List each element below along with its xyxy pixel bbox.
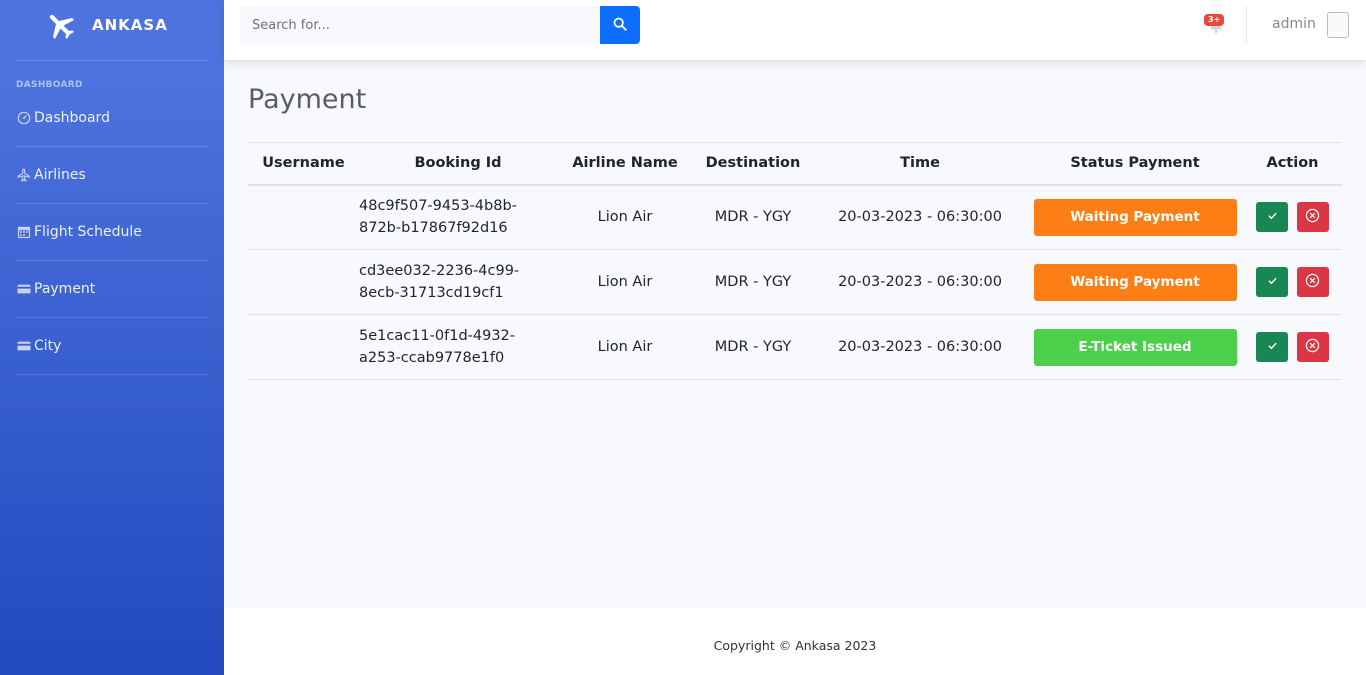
sidebar: ANKASA DASHBOARD Dashboard Airlines Flig… (0, 0, 224, 675)
card-icon (16, 281, 32, 297)
status-cell: Waiting Payment (1027, 249, 1243, 315)
username-cell (248, 314, 359, 380)
sidebar-item-payment[interactable]: Payment (0, 261, 224, 317)
booking-id-cell: 48c9f507-9453-4b8b- 872b-b17867f92d16 (359, 184, 557, 250)
sidebar-item-dashboard[interactable]: Dashboard (0, 90, 224, 146)
payment-table: Username Booking Id Airline Name Destina… (248, 142, 1342, 380)
time-cell: 20-03-2023 - 06:30:00 (813, 249, 1027, 315)
action-cell (1243, 314, 1342, 380)
booking-id-line: cd3ee032-2236-4c99- (359, 263, 520, 279)
sidebar-item-label: City (34, 338, 62, 354)
search-group (240, 6, 640, 44)
alerts-count-badge: 3+ (1204, 14, 1225, 26)
alerts-button[interactable]: 3+ (1204, 14, 1228, 34)
column-header: Destination (693, 142, 813, 186)
action-cell (1243, 184, 1342, 250)
search-icon (613, 16, 627, 35)
table-row: cd3ee032-2236-4c99- 8ecb-31713cd19cf1 Li… (248, 249, 1342, 315)
booking-id-line: 872b-b17867f92d16 (359, 220, 508, 237)
column-header: Airline Name (557, 142, 693, 186)
table-row: 48c9f507-9453-4b8b- 872b-b17867f92d16 Li… (248, 184, 1342, 250)
reject-button[interactable] (1296, 202, 1329, 233)
sidebar-item-label: Flight Schedule (34, 224, 142, 240)
status-badge: E-Ticket Issued (1033, 328, 1237, 366)
username-cell (248, 184, 359, 250)
username-cell (248, 249, 359, 315)
booking-id-line: 5e1cac11-0f1d-4932- (359, 328, 516, 344)
booking-id-cell: 5e1cac11-0f1d-4932- a253-ccab9778e1f0 (359, 314, 557, 380)
avatar[interactable] (1327, 12, 1349, 38)
sidebar-item-airlines[interactable]: Airlines (0, 147, 224, 203)
sidebar-heading: DASHBOARD (16, 80, 83, 90)
column-header: Status Payment (1027, 142, 1243, 186)
x-circle-icon (1305, 273, 1320, 292)
airline-cell: Lion Air (557, 249, 693, 315)
time-cell: 20-03-2023 - 06:30:00 (813, 314, 1027, 380)
check-icon (1267, 274, 1278, 290)
user-name[interactable]: admin (1272, 16, 1316, 32)
brand-name: ANKASA (92, 16, 168, 34)
approve-button[interactable] (1256, 267, 1289, 297)
airline-cell: Lion Air (557, 184, 693, 250)
column-header: Booking Id (359, 142, 557, 186)
brand[interactable]: ANKASA (0, 0, 224, 50)
booking-id-cell: cd3ee032-2236-4c99- 8ecb-31713cd19cf1 (359, 249, 557, 315)
x-circle-icon (1305, 338, 1320, 357)
booking-id-line: 8ecb-31713cd19cf1 (359, 285, 504, 301)
status-badge: Waiting Payment (1033, 198, 1237, 236)
column-header: Time (813, 142, 1027, 186)
dashboard-icon (16, 110, 32, 126)
reject-button[interactable] (1296, 267, 1329, 297)
calendar-icon (16, 224, 32, 240)
table-header-row: Username Booking Id Airline Name Destina… (248, 142, 1342, 186)
booking-id-line: a253-ccab9778e1f0 (359, 350, 505, 366)
approve-button[interactable] (1256, 332, 1289, 362)
search-input[interactable] (240, 6, 600, 44)
sidebar-item-label: Dashboard (34, 110, 110, 126)
footer: Copyright © Ankasa 2023 (224, 608, 1366, 675)
sidebar-item-flight-schedule[interactable]: Flight Schedule (0, 204, 224, 260)
sidebar-item-city[interactable]: City (0, 318, 224, 374)
destination-cell: MDR - YGY (693, 184, 813, 250)
status-badge: Waiting Payment (1033, 263, 1237, 301)
plane-icon (16, 167, 32, 183)
check-icon (1267, 209, 1278, 225)
topbar: 3+ admin (224, 0, 1366, 60)
booking-id-line: 48c9f507-9453-4b8b- (359, 198, 517, 215)
column-header: Username (248, 142, 359, 186)
card-icon (16, 338, 32, 354)
search-button[interactable] (600, 6, 640, 44)
destination-cell: MDR - YGY (693, 249, 813, 315)
main-content: Payment Username Booking Id Airline Name… (224, 60, 1366, 608)
status-cell: Waiting Payment (1027, 184, 1243, 250)
sidebar-item-label: Payment (34, 281, 96, 297)
reject-button[interactable] (1296, 332, 1329, 362)
page-title: Payment (248, 84, 367, 115)
x-circle-icon (1305, 208, 1320, 227)
table-row: 5e1cac11-0f1d-4932- a253-ccab9778e1f0 Li… (248, 314, 1342, 380)
airline-cell: Lion Air (557, 314, 693, 380)
destination-cell: MDR - YGY (693, 314, 813, 380)
time-cell: 20-03-2023 - 06:30:00 (813, 184, 1027, 250)
status-cell: E-Ticket Issued (1027, 314, 1243, 380)
sidebar-separator (16, 374, 208, 375)
airplane-logo-icon (44, 8, 78, 42)
action-cell (1243, 249, 1342, 315)
copyright-text: Copyright © Ankasa 2023 (713, 638, 877, 653)
check-icon (1267, 339, 1278, 355)
column-header: Action (1243, 142, 1342, 186)
approve-button[interactable] (1256, 202, 1289, 233)
topbar-divider (1246, 6, 1247, 44)
sidebar-item-label: Airlines (34, 167, 86, 183)
